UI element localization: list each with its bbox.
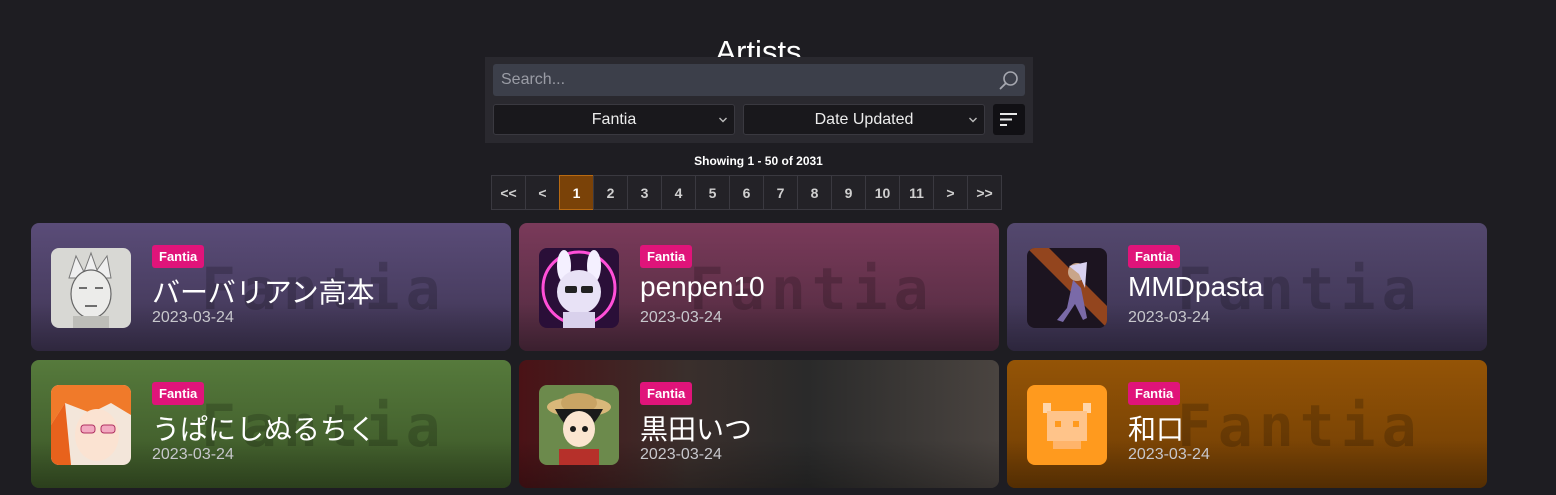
search-box [493,64,1025,96]
page-button-1[interactable]: 1 [559,175,594,210]
artist-card[interactable]: Fantia Fantia MMDpasta 2023-03-24 [1007,223,1487,351]
sort-direction-icon [1000,113,1017,126]
avatar [539,385,619,465]
page-button-8[interactable]: 8 [797,175,832,210]
page-button-5[interactable]: 5 [695,175,730,210]
artist-updated-date: 2023-03-24 [1128,309,1210,326]
pagination: << < 1 2 3 4 5 6 7 8 9 10 11 > >> [491,175,1002,210]
search-input[interactable] [493,64,991,96]
service-badge: Fantia [152,382,205,405]
service-select-value: Fantia [591,111,637,128]
page-button-11[interactable]: 11 [899,175,934,210]
service-badge: Fantia [1128,382,1181,405]
avatar [51,385,131,465]
chevron-down-icon [719,117,727,123]
sort-select[interactable]: Date Updated [743,104,985,135]
page-button-3[interactable]: 3 [627,175,662,210]
results-count: Showing 1 - 50 of 2031 [694,154,823,168]
sort-direction-button[interactable] [993,104,1025,135]
artist-card[interactable]: Fantia Fantia バーバリアン高本 2023-03-24 [31,223,511,351]
artist-updated-date: 2023-03-24 [640,309,722,326]
artist-card[interactable]: Fantia 黒田いつ 2023-03-24 [519,360,999,488]
page-button-4[interactable]: 4 [661,175,696,210]
search-panel: Fantia Date Updated [485,57,1033,143]
service-badge: Fantia [640,382,693,405]
prev-page-button[interactable]: < [525,175,560,210]
last-page-button[interactable]: >> [967,175,1002,210]
avatar [539,248,619,328]
page-button-10[interactable]: 10 [865,175,900,210]
service-select[interactable]: Fantia [493,104,735,135]
avatar [51,248,131,328]
first-page-button[interactable]: << [491,175,526,210]
sort-select-value: Date Updated [814,111,914,128]
artist-name[interactable]: MMDpasta [1128,271,1263,303]
service-badge: Fantia [1128,245,1181,268]
artist-name[interactable]: バーバリアン高本 [152,271,375,311]
artist-updated-date: 2023-03-24 [152,446,234,463]
chevron-down-icon [969,117,977,123]
artist-card[interactable]: Fantia Fantia 和口 2023-03-24 [1007,360,1487,488]
artist-name[interactable]: うぱにしぬるちく [152,408,376,448]
next-page-button[interactable]: > [933,175,968,210]
page-button-2[interactable]: 2 [593,175,628,210]
artist-card[interactable]: Fantia Fantia penpen10 2023-03-24 [519,223,999,351]
artist-updated-date: 2023-03-24 [1128,446,1210,463]
artist-card[interactable]: Fantia Fantia うぱにしぬるちく 2023-03-24 [31,360,511,488]
service-badge: Fantia [640,245,693,268]
search-icon[interactable] [999,70,1019,90]
artist-updated-date: 2023-03-24 [152,309,234,326]
artist-name[interactable]: 黒田いつ [640,408,752,448]
service-badge: Fantia [152,245,205,268]
artist-updated-date: 2023-03-24 [640,446,722,463]
avatar [1027,385,1107,465]
artist-name[interactable]: 和口 [1128,408,1184,448]
avatar [1027,248,1107,328]
artist-name[interactable]: penpen10 [640,271,765,303]
page-button-7[interactable]: 7 [763,175,798,210]
page-button-6[interactable]: 6 [729,175,764,210]
page-button-9[interactable]: 9 [831,175,866,210]
